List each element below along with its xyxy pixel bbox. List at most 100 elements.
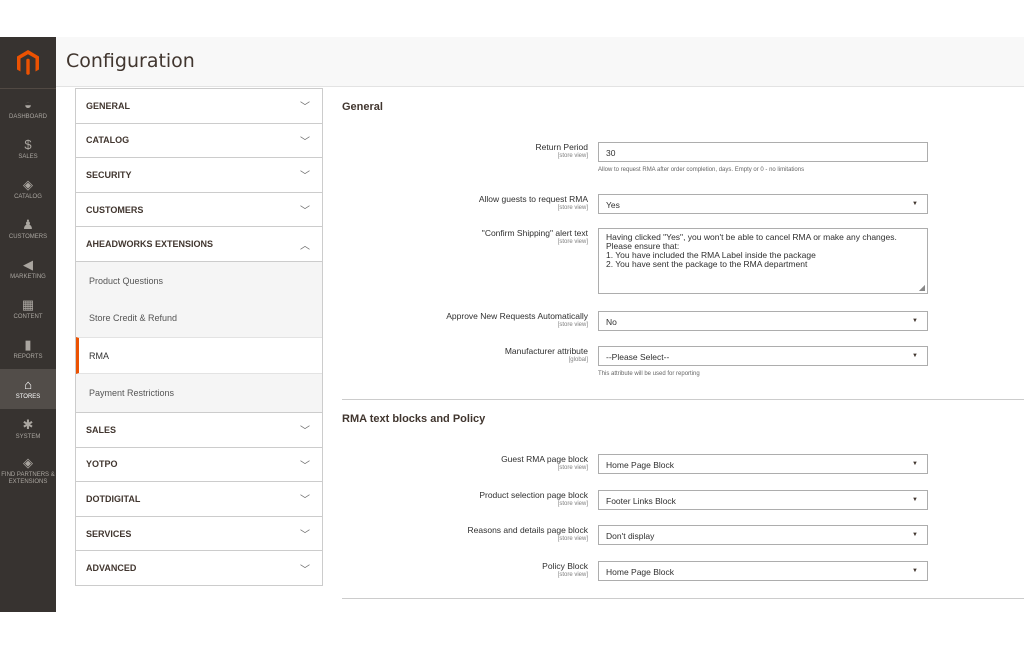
layout-icon: ▦ (21, 296, 35, 312)
cube-icon: ◈ (23, 176, 33, 192)
nav-dashboard[interactable]: ◒ DASHBOARD (0, 89, 56, 129)
chevron-down-icon: ﹀ (300, 564, 310, 576)
product-block-select[interactable]: Footer Links Block ▼ (598, 490, 928, 510)
nav-marketing[interactable]: ◀ MARKETING (0, 249, 56, 289)
dashboard-icon: ◒ (24, 96, 32, 112)
chevron-up-icon: ︿ (300, 240, 310, 252)
tab-services[interactable]: SERVICES ﹀ (76, 515, 322, 551)
policy-block-select[interactable]: Home Page Block ▼ (598, 561, 928, 581)
chevron-down-icon: ﹀ (300, 530, 310, 542)
tab-aheadworks-extensions[interactable]: AHEADWORKS EXTENSIONS ︿ (76, 226, 322, 261)
nav-customers-label: CUSTOMERS (8, 233, 48, 240)
nav-system[interactable]: ✱ SYSTEM (0, 409, 56, 449)
aheadworks-submenu: Product Questions Store Credit & Refund … (76, 260, 322, 412)
reasons-block-select[interactable]: Don't display ▼ (598, 525, 928, 545)
approve-label: Approve New Requests Automatically [store… (348, 311, 588, 328)
confirm-shipping-text: Having clicked "Yes", you won't be able … (606, 232, 897, 269)
guest-block-value: Home Page Block (606, 460, 675, 470)
product-block-label: Product selection page block [store view] (348, 490, 588, 507)
manufacturer-label-text: Manufacturer attribute (504, 346, 588, 356)
allow-guests-scope: [store view] (557, 205, 588, 211)
reasons-block-label-text: Reasons and details page block (467, 525, 589, 535)
policy-block-value: Home Page Block (606, 567, 675, 577)
reasons-block-label: Reasons and details page block [store vie… (348, 525, 589, 542)
manufacturer-value: --Please Select-- (606, 352, 670, 362)
box-icon: ◈ (23, 455, 33, 470)
section-rma-blocks-title[interactable]: RMA text blocks and Policy (342, 413, 485, 425)
nav-stores[interactable]: ⌂ STORES (0, 369, 56, 409)
subtab-product-questions[interactable]: Product Questions (76, 262, 322, 300)
nav-content-label: CONTENT (13, 313, 43, 320)
allow-guests-label-text: Allow guests to request RMA (478, 194, 588, 204)
allow-guests-value: Yes (606, 200, 620, 210)
nav-catalog-label: CATALOG (14, 193, 42, 200)
subtab-payment-restrictions[interactable]: Payment Restrictions (76, 374, 322, 412)
tab-catalog-label: CATALOG (86, 135, 130, 146)
manufacturer-note: This attribute will be used for reportin… (598, 371, 700, 377)
person-icon: ♟ (22, 216, 34, 232)
tab-sales-label: SALES (86, 424, 117, 435)
magento-logo-icon (17, 49, 39, 75)
confirm-shipping-scope: [store view] (557, 239, 588, 245)
page-header: Configuration (56, 37, 1024, 87)
magento-logo[interactable] (0, 37, 56, 89)
nav-sales[interactable]: $ SALES (0, 129, 56, 169)
dropdown-arrow-icon: ▼ (912, 318, 918, 324)
tab-dotdigital-label: DOTDIGITAL (86, 493, 141, 504)
chevron-down-icon: ﹀ (300, 426, 310, 438)
approve-label-text: Approve New Requests Automatically (446, 311, 588, 321)
page-title: Configuration (66, 50, 195, 72)
return-period-scope: [store view] (557, 153, 588, 159)
nav-catalog[interactable]: ◈ CATALOG (0, 169, 56, 209)
section-general-title[interactable]: General (342, 101, 383, 113)
nav-reports-label: REPORTS (13, 353, 43, 360)
manufacturer-select[interactable]: --Please Select-- ▼ (598, 346, 928, 366)
confirm-shipping-label: "Confirm Shipping" alert text [store view… (348, 228, 588, 245)
confirm-shipping-label-text: "Confirm Shipping" alert text (481, 228, 588, 238)
nav-marketing-label: MARKETING (10, 273, 46, 280)
guest-block-label-text: Guest RMA page block (501, 454, 588, 464)
tab-yotpo-label: YOTPO (86, 459, 118, 470)
config-tabs: GENERAL ﹀ CATALOG ﹀ SECURITY ﹀ CUSTOMERS ﹀ A… (75, 88, 323, 586)
nav-sales-label: SALES (18, 153, 38, 160)
subtab-rma[interactable]: RMA (76, 336, 322, 375)
dropdown-arrow-icon: ▼ (912, 201, 918, 207)
megaphone-icon: ◀ (23, 256, 33, 272)
guest-block-scope: [store view] (557, 465, 588, 471)
dropdown-arrow-icon: ▼ (912, 497, 918, 503)
return-period-input[interactable]: 30 (598, 142, 928, 162)
bar-chart-icon: ▮ (24, 336, 32, 352)
chevron-down-icon: ﹀ (300, 206, 310, 218)
chevron-down-icon: ﹀ (300, 171, 310, 183)
tab-yotpo[interactable]: YOTPO ﹀ (76, 446, 322, 482)
approve-scope: [store view] (557, 322, 588, 328)
tab-sales[interactable]: SALES ﹀ (76, 411, 322, 447)
tab-dotdigital[interactable]: DOTDIGITAL ﹀ (76, 481, 322, 516)
guest-block-select[interactable]: Home Page Block ▼ (598, 454, 928, 474)
tab-customers[interactable]: CUSTOMERS ﹀ (76, 191, 322, 227)
tab-catalog[interactable]: CATALOG ﹀ (76, 122, 322, 158)
return-period-label-text: Return Period (535, 142, 588, 152)
subtab-store-credit-refund[interactable]: Store Credit & Refund (76, 299, 322, 337)
tab-advanced[interactable]: ADVANCED ﹀ (76, 550, 322, 585)
reasons-block-value: Don't display (606, 531, 655, 541)
guest-block-label: Guest RMA page block [store view] (348, 454, 588, 471)
confirm-shipping-textarea[interactable]: Having clicked "Yes", you won't be able … (598, 228, 928, 294)
allow-guests-select[interactable]: Yes ▼ (598, 194, 928, 214)
tab-general[interactable]: GENERAL ﹀ (76, 88, 322, 123)
nav-dashboard-label: DASHBOARD (8, 113, 47, 120)
resize-handle-icon[interactable]: ◢ (919, 283, 925, 292)
section-divider (342, 399, 1024, 400)
nav-stores-label: STORES (15, 393, 41, 400)
admin-sidebar: ◒ DASHBOARD $ SALES ◈ CATALOG ♟ CUSTOMERS ◀ M… (0, 37, 56, 612)
approve-select[interactable]: No ▼ (598, 311, 928, 331)
nav-reports[interactable]: ▮ REPORTS (0, 329, 56, 369)
nav-system-label: SYSTEM (15, 433, 41, 440)
chevron-down-icon: ﹀ (300, 460, 310, 472)
chevron-down-icon: ﹀ (300, 495, 310, 507)
tab-security[interactable]: SECURITY ﹀ (76, 157, 322, 192)
nav-customers[interactable]: ♟ CUSTOMERS (0, 209, 56, 249)
tab-general-label: GENERAL (86, 100, 131, 111)
nav-find-partners[interactable]: ◈ FIND PARTNERS & EXTENSIONS (0, 449, 56, 493)
nav-content[interactable]: ▦ CONTENT (0, 289, 56, 329)
